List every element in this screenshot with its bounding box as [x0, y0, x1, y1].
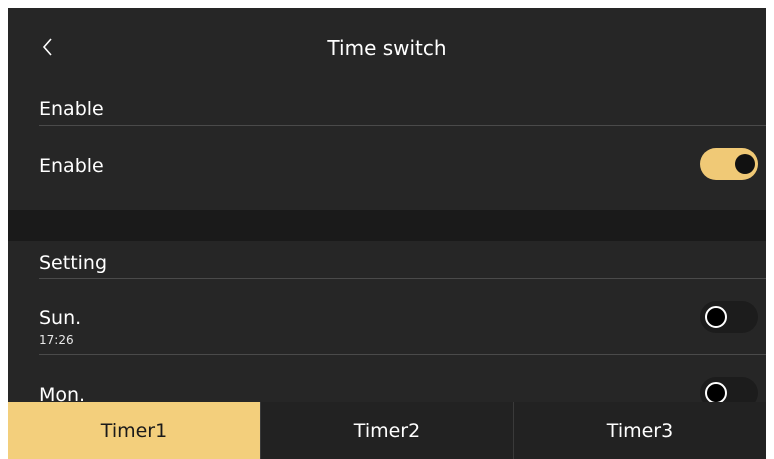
tab-timer1[interactable]: Timer1	[8, 402, 260, 459]
tab-timer2[interactable]: Timer2	[260, 402, 513, 459]
timer-tab-bar: Timer1 Timer2 Timer3	[8, 402, 766, 459]
page-title: Time switch	[327, 36, 447, 60]
day-time-sun: 17:26	[39, 333, 74, 347]
toggle-knob	[705, 382, 727, 404]
divider	[39, 125, 766, 126]
header: Time switch	[8, 8, 766, 88]
time-switch-screen: Time switch Enable Enable Setting Sun. 1…	[8, 8, 766, 459]
section-header-enable: Enable	[39, 98, 104, 120]
enable-label: Enable	[39, 155, 104, 177]
section-header-setting: Setting	[39, 252, 108, 274]
toggle-knob	[735, 154, 755, 174]
tab-timer3[interactable]: Timer3	[513, 402, 766, 459]
toggle-knob	[705, 306, 727, 328]
divider	[39, 354, 766, 355]
day-label-sun: Sun.	[39, 307, 82, 329]
sun-toggle[interactable]	[700, 301, 758, 333]
enable-toggle[interactable]	[700, 148, 758, 180]
divider	[39, 278, 766, 279]
section-gap	[8, 210, 766, 241]
